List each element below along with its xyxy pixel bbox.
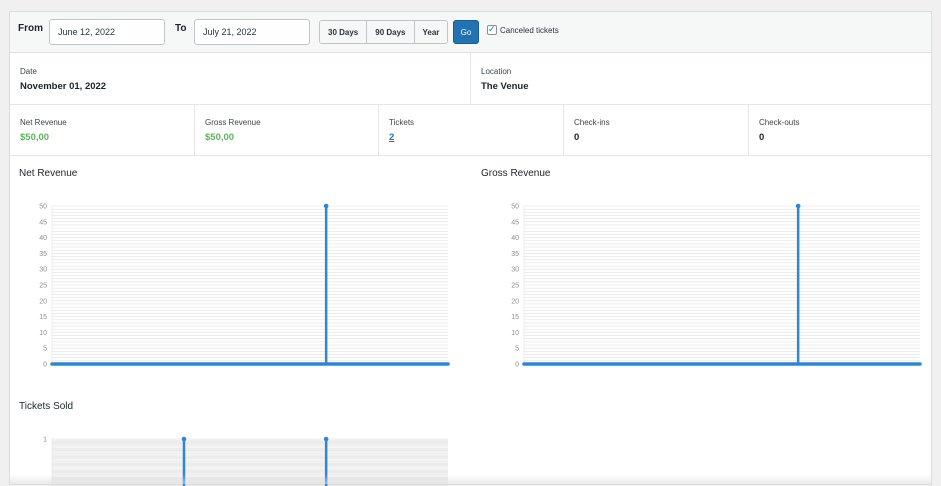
date-label: Date xyxy=(20,67,37,76)
to-label: To xyxy=(175,23,187,34)
stat-value: 0 xyxy=(759,132,765,143)
from-label: From xyxy=(18,23,43,34)
y-tick-label: 45 xyxy=(511,219,519,226)
y-tick-label: 10 xyxy=(511,330,519,337)
range-30-days-button[interactable]: 30 Days xyxy=(320,21,368,43)
y-tick-label: 10 xyxy=(39,330,47,337)
y-tick-label: 1 xyxy=(43,437,47,444)
canceled-tickets-label: Canceled tickets xyxy=(500,25,559,35)
y-tick-label: 25 xyxy=(39,283,47,290)
y-tick-label: 40 xyxy=(39,235,47,242)
stat-gross-revenue: Gross Revenue $50,00 xyxy=(195,105,379,155)
canceled-tickets-toggle[interactable]: ✓ Canceled tickets xyxy=(487,24,559,35)
y-tick-label: 20 xyxy=(511,298,519,305)
stat-label: Check-outs xyxy=(759,118,800,127)
range-90-days-button[interactable]: 90 Days xyxy=(367,21,415,43)
y-tick-label: 25 xyxy=(511,283,519,290)
y-tick-label: 30 xyxy=(511,267,519,274)
stat-net-revenue: Net Revenue $50,00 xyxy=(10,105,195,155)
y-tick-label: 5 xyxy=(43,346,47,353)
data-point xyxy=(795,203,801,209)
net-revenue-chart-title: Net Revenue xyxy=(19,168,78,179)
report-panel: From To 30 Days 90 Days Year Go ✓ Cancel… xyxy=(9,11,932,486)
y-tick-label: 15 xyxy=(511,314,519,321)
data-point xyxy=(323,436,329,442)
y-tick-label: 0 xyxy=(43,362,47,369)
event-date-cell: Date November 01, 2022 xyxy=(10,53,471,104)
stat-label: Gross Revenue xyxy=(205,118,261,127)
gross-revenue-chart-title: Gross Revenue xyxy=(481,168,551,179)
gross-revenue-chart: 0 5 10 15 20 25 30 35 40 45 50 xyxy=(511,203,922,369)
data-point xyxy=(181,436,187,442)
data-point xyxy=(323,203,329,209)
stat-check-ins: Check-ins 0 xyxy=(564,105,749,155)
stat-value: $50,00 xyxy=(205,132,235,143)
y-tick-label: 50 xyxy=(39,204,47,211)
y-tick-label: 30 xyxy=(39,267,47,274)
tickets-sold-chart-title: Tickets Sold xyxy=(19,401,74,412)
canceled-tickets-checkbox[interactable]: ✓ xyxy=(487,24,497,35)
y-tick-label: 45 xyxy=(39,219,47,226)
scroll-fade xyxy=(10,474,931,484)
location-value: The Venue xyxy=(481,81,529,92)
y-tick-label: 50 xyxy=(511,204,519,211)
event-location-cell: Location The Venue xyxy=(471,53,933,104)
net-revenue-chart: 0 5 10 15 20 25 30 35 40 45 50 xyxy=(39,203,450,369)
stat-label: Net Revenue xyxy=(20,118,67,127)
tickets-count-link[interactable]: 2 xyxy=(389,132,394,143)
date-value: November 01, 2022 xyxy=(20,81,107,92)
stat-value: $50,00 xyxy=(20,132,50,143)
y-tick-label: 20 xyxy=(39,298,47,305)
y-tick-label: 40 xyxy=(511,235,519,242)
location-label: Location xyxy=(481,67,512,76)
y-tick-label: 35 xyxy=(39,251,47,258)
stats-row: Net Revenue $50,00 Gross Revenue $50,00 … xyxy=(10,105,931,156)
go-button[interactable]: Go xyxy=(453,20,479,44)
y-tick-label: 35 xyxy=(511,251,519,258)
checkmark-icon: ✓ xyxy=(488,24,496,34)
event-info-row: Date November 01, 2022 Location The Venu… xyxy=(10,53,931,105)
stat-label: Tickets xyxy=(389,118,415,127)
stat-check-outs: Check-outs 0 xyxy=(749,105,933,155)
y-tick-label: 0 xyxy=(515,362,519,369)
filter-toolbar: From To 30 Days 90 Days Year Go ✓ Cancel… xyxy=(10,12,931,53)
range-button-group: 30 Days 90 Days Year xyxy=(319,20,449,44)
stat-value: 0 xyxy=(574,132,580,143)
from-date-input[interactable] xyxy=(49,19,165,45)
y-tick-label: 15 xyxy=(39,314,47,321)
stat-label: Check-ins xyxy=(574,118,610,127)
y-tick-label: 5 xyxy=(515,346,519,353)
to-date-input[interactable] xyxy=(194,19,310,45)
range-year-button[interactable]: Year xyxy=(414,21,448,43)
stat-tickets: Tickets 2 xyxy=(379,105,564,155)
